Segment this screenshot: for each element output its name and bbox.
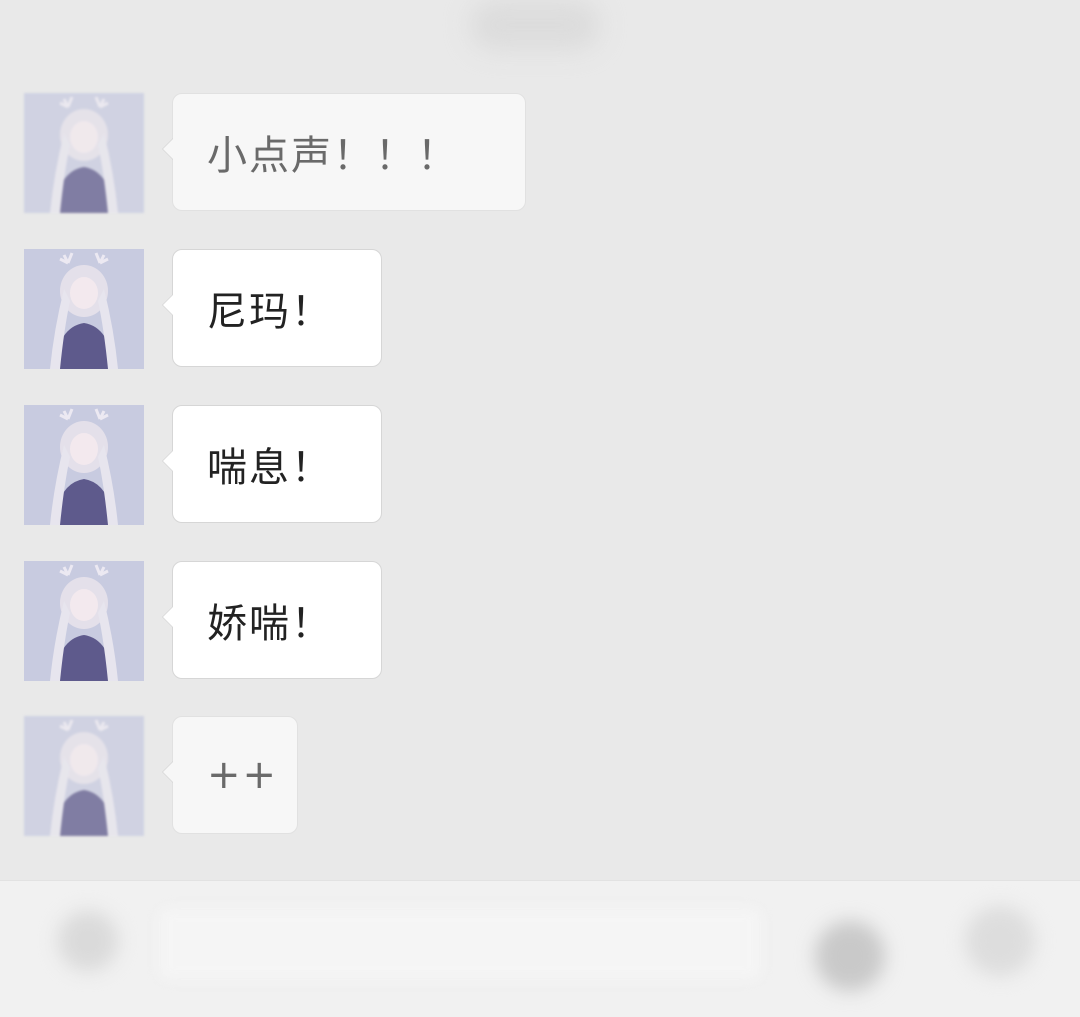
message-input[interactable] bbox=[160, 909, 760, 979]
message-row: 尼玛！ bbox=[24, 249, 1024, 369]
message-row: ++ bbox=[24, 716, 1024, 836]
message-row: 小点声！！！ bbox=[24, 93, 1024, 213]
avatar[interactable] bbox=[24, 405, 144, 525]
message-row: 喘息！ bbox=[24, 405, 1024, 525]
message-text: ++ bbox=[207, 752, 279, 798]
message-text: 尼玛！ bbox=[207, 289, 333, 335]
chat-area: 小点声！！！ 尼玛！ 喘息！ 娇喘！ ++ bbox=[0, 0, 1080, 880]
message-bubble[interactable]: 尼玛！ bbox=[162, 249, 382, 367]
message-bubble[interactable]: 娇喘！ bbox=[162, 561, 382, 679]
emoji-icon[interactable] bbox=[815, 921, 885, 991]
input-bar bbox=[0, 880, 1080, 1017]
voice-icon[interactable] bbox=[58, 911, 118, 971]
message-text: 娇喘！ bbox=[207, 601, 333, 647]
message-text: 喘息！ bbox=[207, 445, 333, 491]
avatar[interactable] bbox=[24, 249, 144, 369]
avatar[interactable] bbox=[24, 561, 144, 681]
plus-icon[interactable] bbox=[965, 906, 1035, 976]
avatar[interactable] bbox=[24, 93, 144, 213]
message-text: 小点声！！！ bbox=[207, 133, 459, 179]
message-bubble[interactable]: 小点声！！！ bbox=[162, 93, 526, 211]
message-bubble[interactable]: ++ bbox=[162, 716, 298, 834]
message-bubble[interactable]: 喘息！ bbox=[162, 405, 382, 523]
header-blur bbox=[470, 0, 600, 50]
avatar[interactable] bbox=[24, 716, 144, 836]
message-row: 娇喘！ bbox=[24, 561, 1024, 681]
